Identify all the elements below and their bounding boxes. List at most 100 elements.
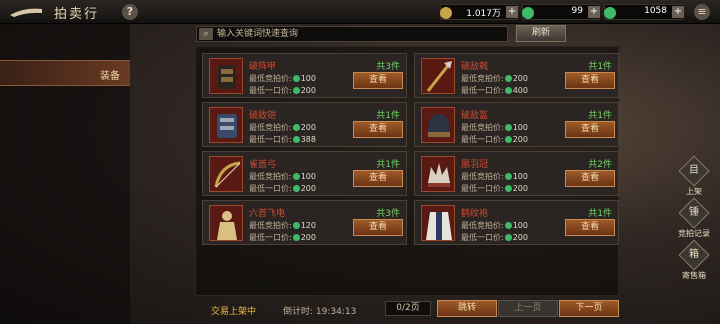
min-buyout-row: 最低一口价: 400 bbox=[461, 86, 528, 95]
search-icon: ⌕ bbox=[199, 28, 213, 40]
item-name: 破敌铠 bbox=[249, 111, 277, 121]
item-count: 共2件 bbox=[588, 160, 612, 170]
category-sidebar: 装备 bbox=[0, 24, 130, 324]
item-name: 六首飞电 bbox=[249, 209, 286, 219]
next-page-button[interactable]: 下一页 bbox=[559, 300, 619, 317]
tab-equipment[interactable]: 装备 bbox=[0, 60, 130, 86]
item-name: 破阵甲 bbox=[249, 62, 277, 72]
view-button[interactable]: 查看 bbox=[353, 219, 403, 236]
listing-status: 交易上架中 bbox=[211, 307, 257, 317]
side-button-label: 上架 bbox=[686, 187, 702, 196]
page-title: 拍卖行 bbox=[54, 7, 100, 22]
item-name: 破敌戟 bbox=[461, 62, 489, 72]
currency-copper: 1.017万 + bbox=[440, 4, 518, 20]
jade-icon bbox=[504, 234, 512, 241]
item-thumbnail-halberd bbox=[421, 58, 455, 94]
view-button[interactable]: 查看 bbox=[565, 121, 615, 138]
add-copper-button[interactable]: + bbox=[506, 6, 518, 18]
item-name: 鹤纹袍 bbox=[461, 209, 489, 219]
jade-icon bbox=[504, 185, 512, 192]
view-button[interactable]: 查看 bbox=[353, 121, 403, 138]
page-indicator: 0/2页 bbox=[385, 301, 431, 316]
bid-records-button[interactable]: 锤 竞拍记录 bbox=[676, 197, 712, 239]
side-button-label: 寄售箱 bbox=[682, 271, 706, 280]
item-name: 雀首弓 bbox=[249, 160, 277, 170]
view-button[interactable]: 查看 bbox=[353, 170, 403, 187]
item-thumbnail-general bbox=[209, 205, 243, 241]
min-buyout-row: 最低一口价: 200 bbox=[249, 86, 316, 95]
add-jade-button[interactable]: + bbox=[588, 6, 600, 18]
item-name: 凰羽冠 bbox=[461, 160, 489, 170]
item-thumbnail-helmet bbox=[421, 107, 455, 143]
footer-bar: 交易上架中 倒计时: 19:34:13 0/2页 跳转 上一页 下一页 bbox=[195, 300, 625, 318]
list-for-sale-button[interactable]: 目 上架 bbox=[676, 155, 712, 197]
item-count: 共3件 bbox=[376, 209, 400, 219]
currency-bound-jade: 1058 + bbox=[604, 4, 684, 20]
jump-button[interactable]: 跳转 bbox=[437, 300, 497, 317]
search-input[interactable] bbox=[217, 28, 503, 40]
jade-icon bbox=[292, 173, 300, 180]
list-item: 破阵甲 共3件 最低竞拍价: 100 最低一口价: 200 查看 bbox=[202, 53, 407, 98]
list-item: 六首飞电 共3件 最低竞拍价: 120 最低一口价: 200 查看 bbox=[202, 200, 407, 245]
min-buyout-row: 最低一口价: 200 bbox=[249, 184, 316, 193]
jade-icon bbox=[504, 124, 512, 131]
jade-icon bbox=[292, 75, 300, 82]
jade-icon bbox=[504, 75, 512, 82]
item-thumbnail-armor bbox=[209, 107, 243, 143]
view-button[interactable]: 查看 bbox=[353, 72, 403, 89]
countdown: 倒计时: 19:34:13 bbox=[283, 307, 357, 317]
refresh-button[interactable]: 刷新 bbox=[516, 25, 566, 42]
jade-value: 99 bbox=[571, 6, 583, 16]
min-bid-row: 最低竞拍价: 100 bbox=[249, 74, 316, 83]
min-bid-row: 最低竞拍价: 100 bbox=[461, 221, 528, 230]
list-item: 凰羽冠 共2件 最低竞拍价: 100 最低一口价: 200 查看 bbox=[414, 151, 619, 196]
jade-icon bbox=[292, 136, 300, 143]
copper-coin-icon bbox=[440, 7, 452, 19]
item-thumbnail-crown bbox=[421, 156, 455, 192]
min-bid-row: 最低竞拍价: 100 bbox=[461, 123, 528, 132]
tab-equipment-label: 装备 bbox=[100, 71, 120, 82]
min-bid-row: 最低竞拍价: 120 bbox=[249, 221, 316, 230]
prev-page-button[interactable]: 上一页 bbox=[498, 300, 558, 317]
item-name: 破敌盔 bbox=[461, 111, 489, 121]
min-bid-row: 最低竞拍价: 200 bbox=[461, 74, 528, 83]
list-item: 破敌铠 共1件 最低竞拍价: 200 最低一口价: 388 查看 bbox=[202, 102, 407, 147]
view-button[interactable]: 查看 bbox=[565, 170, 615, 187]
list-icon: 目 bbox=[678, 155, 710, 187]
copper-value: 1.017万 bbox=[466, 9, 501, 19]
jade-icon bbox=[504, 173, 512, 180]
add-bound-jade-button[interactable]: + bbox=[672, 6, 684, 18]
jade-bound-icon bbox=[604, 7, 616, 19]
search-bar: ⌕ bbox=[196, 26, 508, 42]
item-thumbnail-armor bbox=[209, 58, 243, 94]
min-bid-row: 最低竞拍价: 100 bbox=[461, 172, 528, 181]
list-item: 破敌戟 共1件 最低竞拍价: 200 最低一口价: 400 查看 bbox=[414, 53, 619, 98]
min-buyout-row: 最低一口价: 200 bbox=[249, 233, 316, 242]
item-thumbnail-bow bbox=[209, 156, 243, 192]
help-button[interactable]: ? bbox=[122, 4, 138, 20]
box-icon: 箱 bbox=[678, 239, 710, 271]
jade-icon bbox=[292, 222, 300, 229]
top-bar: 拍卖行 ? 1.017万 + 99 + 1058 + ≡ bbox=[0, 0, 720, 24]
item-count: 共1件 bbox=[376, 160, 400, 170]
list-item: 破敌盔 共1件 最低竞拍价: 100 最低一口价: 200 查看 bbox=[414, 102, 619, 147]
jade-icon bbox=[504, 136, 512, 143]
jade-icon bbox=[292, 87, 300, 94]
item-count: 共1件 bbox=[376, 111, 400, 121]
consignment-box-button[interactable]: 箱 寄售箱 bbox=[676, 239, 712, 281]
min-buyout-row: 最低一口价: 200 bbox=[461, 233, 528, 242]
item-count: 共3件 bbox=[376, 62, 400, 72]
jade-icon bbox=[504, 87, 512, 94]
back-icon[interactable] bbox=[8, 5, 44, 19]
item-list: 破阵甲 共3件 最低竞拍价: 100 最低一口价: 200 查看 破敌戟 共1件 最… bbox=[195, 46, 619, 296]
view-button[interactable]: 查看 bbox=[565, 72, 615, 89]
jade-coin-icon bbox=[522, 7, 534, 19]
item-count: 共1件 bbox=[588, 209, 612, 219]
view-button[interactable]: 查看 bbox=[565, 219, 615, 236]
menu-button[interactable]: ≡ bbox=[694, 4, 710, 20]
item-count: 共1件 bbox=[588, 62, 612, 72]
min-bid-row: 最低竞拍价: 100 bbox=[249, 172, 316, 181]
jade-icon bbox=[504, 222, 512, 229]
min-buyout-row: 最低一口价: 200 bbox=[461, 135, 528, 144]
jade-icon bbox=[292, 124, 300, 131]
